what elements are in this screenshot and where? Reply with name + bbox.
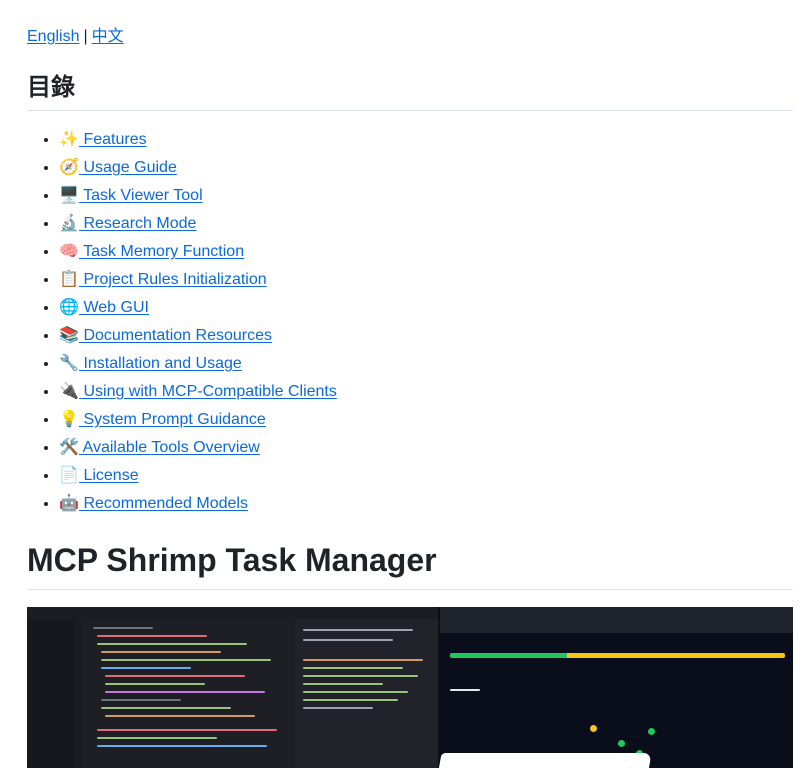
toc-link-label: Web GUI xyxy=(83,299,149,316)
toc-link-mcp-clients[interactable]: 🔌 Using with MCP-Compatible Clients xyxy=(59,383,337,400)
toc-item-task-viewer: 🖥️ Task Viewer Tool xyxy=(59,182,337,210)
toc-link-label: System Prompt Guidance xyxy=(83,411,266,428)
toc-link-label: Recommended Models xyxy=(83,495,248,512)
toc-link-label: Using with MCP-Compatible Clients xyxy=(83,383,337,400)
toc-item-mcp-clients: 🔌 Using with MCP-Compatible Clients xyxy=(59,378,337,406)
toc-item-web-gui: 🌐 Web GUI xyxy=(59,294,337,322)
editor-code-area xyxy=(83,619,293,768)
logo-artwork xyxy=(438,753,652,768)
demo-screenshot-image xyxy=(27,607,793,768)
toc-link-tools-overview[interactable]: 🛠️ Available Tools Overview xyxy=(59,439,260,456)
toc-link-features[interactable]: ✨ Features xyxy=(59,131,147,148)
toc-link-label: Task Memory Function xyxy=(83,243,245,260)
toc-link-web-gui[interactable]: 🌐 Web GUI xyxy=(59,299,149,316)
toc-link-system-prompt[interactable]: 💡 System Prompt Guidance xyxy=(59,411,266,428)
toc-item-usage-guide: 🧭 Usage Guide xyxy=(59,154,337,182)
compass-icon: 🧭 xyxy=(59,159,79,176)
toc-link-label: Research Mode xyxy=(83,215,197,232)
browser-toolbar xyxy=(440,607,793,633)
page-icon: 📄 xyxy=(59,467,79,484)
toc-link-label: Documentation Resources xyxy=(83,327,272,344)
graph-node xyxy=(590,725,597,732)
toc-item-research-mode: 🔬 Research Mode xyxy=(59,210,337,238)
plug-icon: 🔌 xyxy=(59,383,79,400)
toc-link-project-rules[interactable]: 📋 Project Rules Initialization xyxy=(59,271,267,288)
task-viewer-screenshot-pane xyxy=(438,607,793,768)
robot-icon: 🤖 xyxy=(59,495,79,512)
toc-link-label: Available Tools Overview xyxy=(82,439,260,456)
editor-screenshot-pane xyxy=(27,607,438,768)
toc-list: ✨ Features 🧭 Usage Guide 🖥️ Task Viewer … xyxy=(27,126,337,518)
editor-chat-panel xyxy=(295,619,438,768)
toc-item-documentation: 📚 Documentation Resources xyxy=(59,322,337,350)
globe-icon: 🌐 xyxy=(59,299,79,316)
graph-node xyxy=(618,740,625,747)
toc-link-documentation[interactable]: 📚 Documentation Resources xyxy=(59,327,272,344)
editor-file-tree xyxy=(27,619,75,768)
toc-link-research-mode[interactable]: 🔬 Research Mode xyxy=(59,215,196,232)
toc-link-usage-guide[interactable]: 🧭 Usage Guide xyxy=(59,159,177,176)
microscope-icon: 🔬 xyxy=(59,215,79,232)
hammer-wrench-icon: 🛠️ xyxy=(59,439,79,456)
graph-node xyxy=(648,728,655,735)
clipboard-icon: 📋 xyxy=(59,271,79,288)
toc-item-tools-overview: 🛠️ Available Tools Overview xyxy=(59,434,337,462)
language-separator: | xyxy=(83,28,88,45)
toc-link-installation[interactable]: 🔧 Installation and Usage xyxy=(59,355,242,372)
toc-link-task-memory[interactable]: 🧠 Task Memory Function xyxy=(59,243,244,260)
toc-link-label: Task Viewer Tool xyxy=(83,187,203,204)
desktop-computer-icon: 🖥️ xyxy=(59,187,79,204)
toc-item-system-prompt: 💡 System Prompt Guidance xyxy=(59,406,337,434)
toc-heading: 目錄 xyxy=(27,70,793,111)
toc-link-license[interactable]: 📄 License xyxy=(59,467,139,484)
page-title: MCP Shrimp Task Manager xyxy=(27,538,793,590)
toc-item-license: 📄 License xyxy=(59,462,337,490)
toc-item-recommended-models: 🤖 Recommended Models xyxy=(59,490,337,518)
toc-link-label: Features xyxy=(83,131,147,148)
toc-link-label: License xyxy=(83,467,139,484)
toc-link-task-viewer[interactable]: 🖥️ Task Viewer Tool xyxy=(59,187,203,204)
task-progress-bar xyxy=(450,653,785,658)
toc-link-recommended-models[interactable]: 🤖 Recommended Models xyxy=(59,495,248,512)
toc-link-label: Installation and Usage xyxy=(83,355,242,372)
books-icon: 📚 xyxy=(59,327,79,344)
toc-link-label: Project Rules Initialization xyxy=(83,271,267,288)
toc-item-project-rules: 📋 Project Rules Initialization xyxy=(59,266,337,294)
sparkles-icon: ✨ xyxy=(59,131,79,148)
light-bulb-icon: 💡 xyxy=(59,411,79,428)
toc-item-installation: 🔧 Installation and Usage xyxy=(59,350,337,378)
toc-item-task-memory: 🧠 Task Memory Function xyxy=(59,238,337,266)
toc-link-label: Usage Guide xyxy=(83,159,177,176)
language-link-chinese[interactable]: 中文 xyxy=(92,28,124,45)
toc-item-features: ✨ Features xyxy=(59,126,337,154)
toc-heading-text: 目錄 xyxy=(27,74,75,101)
brain-icon: 🧠 xyxy=(59,243,79,260)
language-link-english[interactable]: English xyxy=(27,28,79,45)
language-switcher: English | 中文 xyxy=(27,26,124,48)
wrench-icon: 🔧 xyxy=(59,355,79,372)
